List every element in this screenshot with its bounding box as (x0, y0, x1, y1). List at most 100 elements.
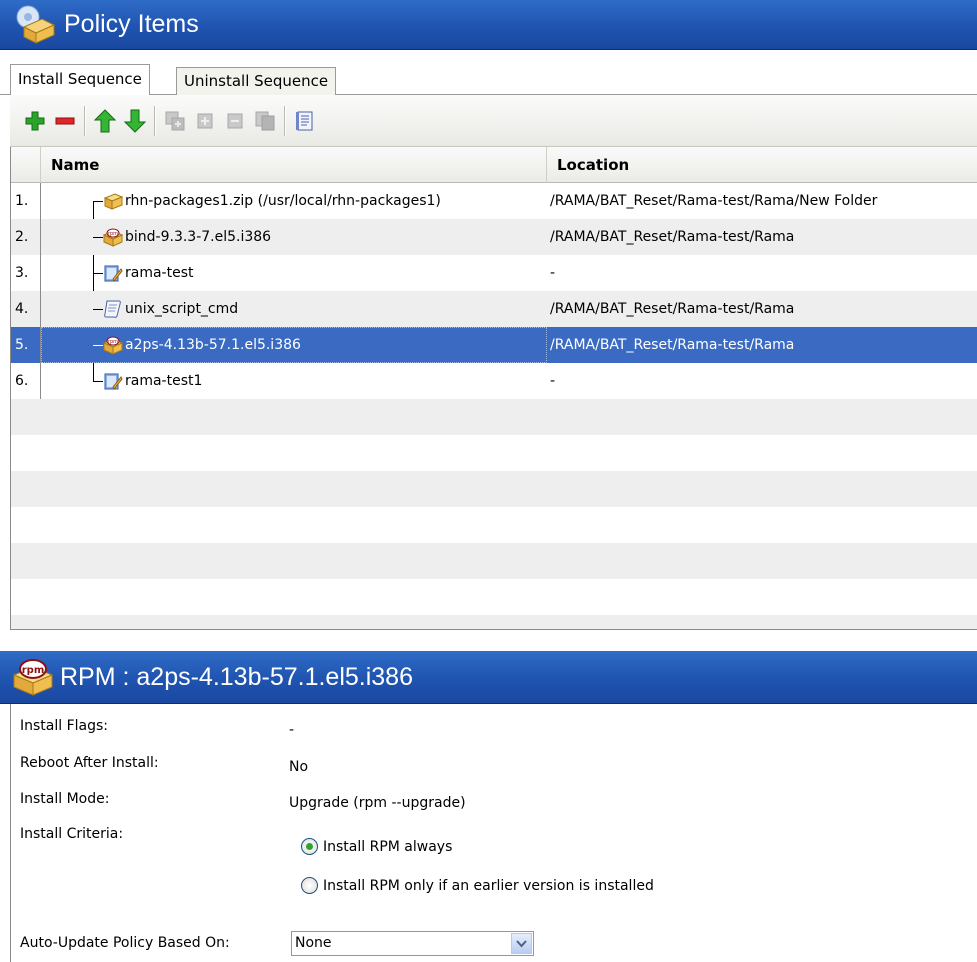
empty-row (11, 399, 977, 435)
row-location: /RAMA/BAT_Reset/Rama-test/Rama (550, 337, 795, 353)
paste-button[interactable] (250, 105, 280, 137)
collapse-icon (227, 113, 243, 128)
row-name-cell: rpm a2ps-4.13b-57.1.el5.i386 (41, 327, 547, 363)
row-name-cell: rama-test (41, 255, 547, 291)
empty-row (11, 615, 977, 629)
row-name-cell: rama-test1 (41, 363, 547, 399)
table-row[interactable]: 6. rama-test1 - (11, 363, 977, 399)
row-number: 5. (11, 327, 41, 363)
row-name: rama-test (125, 265, 194, 281)
svg-text:rpm: rpm (108, 339, 118, 345)
install-criteria-label: Install Criteria: (20, 826, 124, 842)
row-name: rhn-packages1.zip (/usr/local/rhn-packag… (125, 193, 441, 209)
tree-connector (93, 237, 103, 238)
policy-items-icon (14, 5, 56, 45)
row-location: - (550, 265, 556, 281)
row-name: bind-9.3.3-7.el5.i386 (125, 229, 272, 245)
row-name-cell: rpm bind-9.3.3-7.el5.i386 (41, 219, 547, 255)
grid-header-corner (11, 147, 41, 183)
remove-icon (55, 117, 75, 124)
auto-update-policy-value: None (295, 935, 332, 951)
row-number: 3. (11, 255, 41, 291)
svg-text:rpm: rpm (22, 665, 45, 676)
row-number: 6. (11, 363, 41, 399)
toolbar-separator (154, 105, 156, 136)
rpm-detail-panel: Install Flags: - Reboot After Install: N… (10, 704, 977, 962)
row-location: /RAMA/BAT_Reset/Rama-test/Rama/New Folde… (550, 193, 878, 209)
add-icon (25, 111, 45, 130)
empty-row (11, 543, 977, 579)
row-name-cell: rhn-packages1.zip (/usr/local/rhn-packag… (41, 183, 547, 219)
move-down-button[interactable] (120, 105, 150, 137)
tree-connector (93, 381, 103, 382)
tab-install-sequence[interactable]: Install Sequence (10, 64, 150, 96)
policy-icon (103, 263, 123, 283)
properties-button[interactable] (290, 105, 320, 137)
install-mode-value: Upgrade (rpm --upgrade) (289, 795, 466, 811)
paste-icon (255, 111, 275, 130)
empty-row (11, 579, 977, 615)
add-button[interactable] (20, 105, 50, 137)
table-row-selected[interactable]: 5. rpm a2ps-4.13b-57.1.el5.i386 /RAMA/BA… (11, 327, 977, 363)
row-location: /RAMA/BAT_Reset/Rama-test/Rama (550, 229, 795, 245)
expand-icon (197, 113, 213, 128)
radio-selected-indicator (301, 838, 318, 855)
install-flags-label: Install Flags: (20, 718, 109, 734)
table-row[interactable]: 1. rhn-packages1.zip (/usr/local/rhn-pac… (11, 183, 977, 219)
tree-connector (93, 273, 103, 274)
expand-button[interactable] (190, 105, 220, 137)
install-rpm-always-radio[interactable]: Install RPM always (301, 838, 452, 855)
row-number: 4. (11, 291, 41, 327)
reboot-after-install-value: No (289, 759, 309, 775)
row-number: 1. (11, 183, 41, 219)
empty-row (11, 471, 977, 507)
reboot-after-install-label: Reboot After Install: (20, 755, 159, 771)
empty-row (11, 435, 977, 471)
sequence-tabs: Install Sequence Uninstall Sequence (0, 60, 977, 96)
rpm-icon: rpm (12, 657, 54, 697)
sequence-toolbar (10, 95, 977, 147)
grid-header: Name Location (11, 147, 977, 183)
zip-package-icon (103, 191, 124, 211)
chevron-down-icon[interactable] (511, 933, 532, 954)
move-up-button[interactable] (90, 105, 120, 137)
install-flags-value: - (289, 722, 295, 738)
move-down-icon (124, 109, 146, 133)
properties-icon (296, 111, 313, 130)
remove-button[interactable] (50, 105, 80, 137)
rpm-icon: rpm (102, 335, 124, 355)
row-location: - (550, 373, 556, 389)
row-number: 2. (11, 219, 41, 255)
script-icon (103, 299, 123, 319)
tree-connector (93, 345, 103, 346)
tree-connector (93, 309, 103, 310)
table-row[interactable]: 2. rpm bind-9.3.3-7.el5.i386 /RAMA/BAT_R… (11, 219, 977, 255)
column-header-name[interactable]: Name (41, 147, 547, 183)
install-rpm-if-earlier-radio[interactable]: Install RPM only if an earlier version i… (301, 877, 654, 894)
toolbar-separator (84, 105, 86, 136)
page-title: Policy Items (64, 10, 199, 38)
install-rpm-if-earlier-label: Install RPM only if an earlier version i… (323, 877, 654, 894)
row-name: unix_script_cmd (125, 301, 239, 317)
auto-update-policy-select[interactable]: None (291, 931, 534, 956)
toolbar-separator (284, 105, 286, 136)
row-name: rama-test1 (125, 373, 203, 389)
copy-icon (165, 111, 185, 130)
copy-button[interactable] (160, 105, 190, 137)
table-row[interactable]: 3. rama-test - (11, 255, 977, 291)
detail-title: RPM : a2ps-4.13b-57.1.el5.i386 (60, 662, 413, 691)
svg-text:rpm: rpm (108, 231, 118, 237)
table-row[interactable]: 4. unix_script_cmd /RAMA/BAT_Reset/Rama-… (11, 291, 977, 327)
policy-icon (103, 371, 123, 391)
empty-row (11, 507, 977, 543)
rpm-detail-header: rpm RPM : a2ps-4.13b-57.1.el5.i386 (0, 651, 977, 704)
row-name: a2ps-4.13b-57.1.el5.i386 (125, 337, 301, 353)
collapse-button[interactable] (220, 105, 250, 137)
column-header-location[interactable]: Location (547, 147, 977, 183)
move-up-icon (94, 108, 116, 132)
tree-connector (93, 201, 103, 202)
rpm-icon: rpm (102, 227, 124, 247)
row-location: /RAMA/BAT_Reset/Rama-test/Rama (550, 301, 795, 317)
tab-uninstall-sequence[interactable]: Uninstall Sequence (176, 67, 337, 95)
install-rpm-always-label: Install RPM always (323, 838, 453, 855)
